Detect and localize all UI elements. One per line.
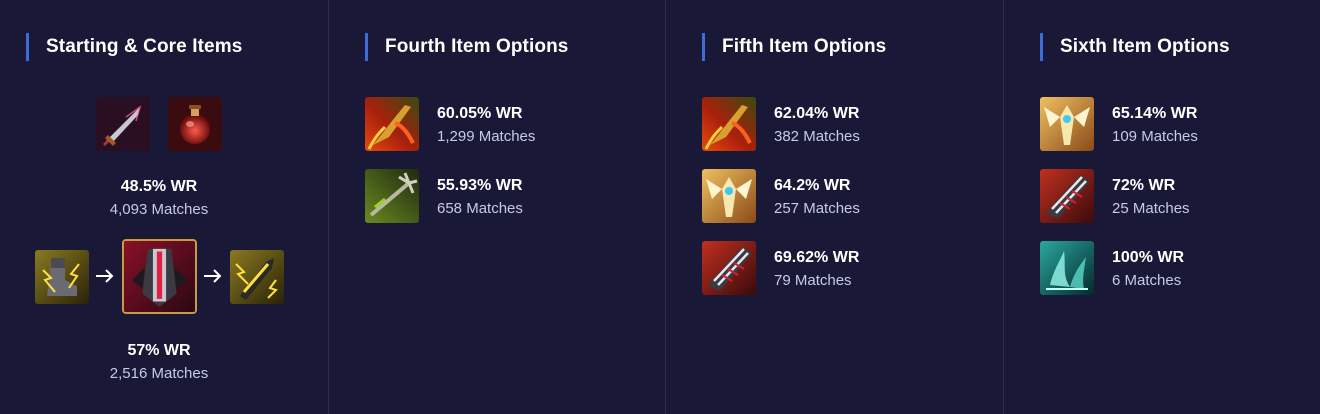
arrow-right-icon [94,266,116,286]
win-rate: 100% WR [1112,249,1185,266]
item-option: 60.05% WR 1,299 Matches [437,104,535,147]
sixth-item-column: Sixth Item Options 65.14% WR 109 Matches [1004,0,1320,414]
flame-blade-icon[interactable] [702,97,756,151]
match-count: 79 Matches [774,272,852,289]
item-option: 100% WR 6 Matches [1112,248,1184,291]
red-blade-icon[interactable] [1040,169,1094,223]
section-title: Sixth Item Options [1060,36,1230,57]
red-blade-icon[interactable] [702,241,756,295]
heading-accent-bar [1040,33,1043,61]
win-rate: 60.05% WR [437,105,523,122]
item-option: 55.93% WR 658 Matches [437,176,523,219]
win-rate: 69.62% WR [774,249,860,266]
arrow-right-icon [202,266,224,286]
match-count: 658 Matches [437,200,523,217]
match-count: 109 Matches [1112,128,1198,145]
match-count: 25 Matches [1112,200,1190,217]
section-heading: Starting & Core Items [26,33,242,61]
win-rate: 64.2% WR [774,177,851,194]
fourth-item-column: Fourth Item Options 60.05% WR 1,299 Matc… [329,0,666,414]
heading-accent-bar [365,33,368,61]
match-count: 382 Matches [774,128,860,145]
section-heading: Sixth Item Options [1040,33,1230,61]
section-title: Fifth Item Options [722,36,887,57]
starting-core-column: Starting & Core Items 48.5% WR 4,093 Mat… [0,0,329,414]
section-heading: Fifth Item Options [702,33,886,61]
win-rate: 55.93% WR [437,177,523,194]
match-count: 4,093 Matches [109,201,209,218]
fifth-item-column: Fifth Item Options 62.04% WR 382 Matches [666,0,1004,414]
item-option: 62.04% WR 382 Matches [774,104,860,147]
flame-blade-icon[interactable] [365,97,419,151]
match-count: 257 Matches [774,200,860,217]
win-rate: 65.14% WR [1112,105,1198,122]
match-count: 2,516 Matches [109,365,209,382]
armor-icon[interactable] [122,239,197,314]
trident-icon[interactable] [365,169,419,223]
angel-icon[interactable] [702,169,756,223]
heading-accent-bar [26,33,29,61]
angel-icon[interactable] [1040,97,1094,151]
sword-icon[interactable] [96,97,150,151]
win-rate: 72% WR [1112,177,1176,194]
boots-icon[interactable] [35,250,89,304]
win-rate: 48.5% WR [120,178,198,195]
item-option: 72% WR 25 Matches [1112,176,1190,219]
potion-icon[interactable] [168,97,222,151]
heading-accent-bar [702,33,705,61]
item-option: 69.62% WR 79 Matches [774,248,859,291]
starting-items-stat: 48.5% WR 4,093 Matches [59,177,259,220]
section-title: Fourth Item Options [385,36,569,57]
item-option: 64.2% WR 257 Matches [774,176,860,219]
section-title: Starting & Core Items [46,36,243,57]
section-heading: Fourth Item Options [365,33,568,61]
match-count: 6 Matches [1112,272,1182,289]
blade-icon[interactable] [230,250,284,304]
core-items-stat: 57% WR 2,516 Matches [59,341,259,384]
item-option: 65.14% WR 109 Matches [1112,104,1198,147]
teal-spirit-icon[interactable] [1040,241,1094,295]
match-count: 1,299 Matches [437,128,536,145]
win-rate: 62.04% WR [774,105,860,122]
win-rate: 57% WR [127,342,191,359]
